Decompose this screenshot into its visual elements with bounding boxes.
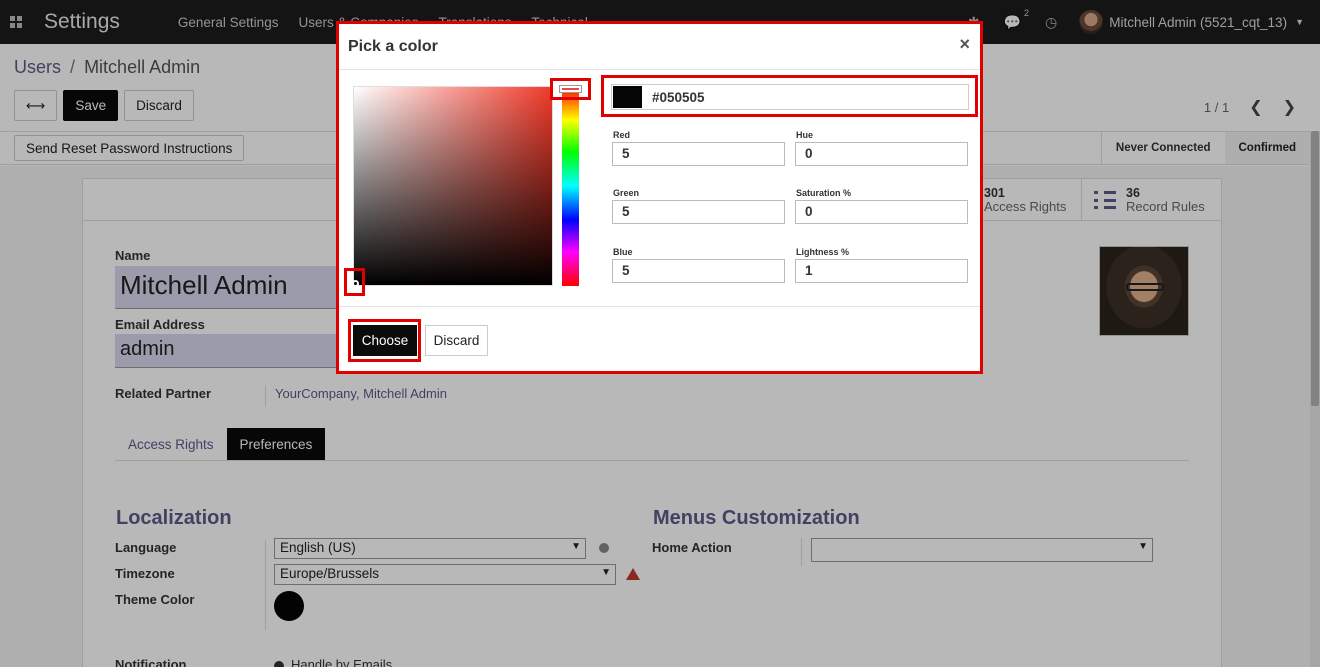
green-label: Green <box>613 188 640 198</box>
highlight-box <box>550 78 591 100</box>
modal-discard-button[interactable]: Discard <box>425 325 488 356</box>
blue-label: Blue <box>613 247 633 257</box>
hue-slider-handle[interactable] <box>559 85 582 93</box>
hue-label: Hue <box>796 130 814 140</box>
saturation-input[interactable]: 0 <box>795 200 968 224</box>
color-preview-swatch <box>613 86 642 108</box>
saturation-label: Saturation % <box>796 188 852 198</box>
red-label: Red <box>613 130 631 140</box>
modal-header: Pick a color × <box>339 24 980 70</box>
close-icon[interactable]: × <box>959 34 970 55</box>
color-pointer[interactable] <box>352 280 359 287</box>
hex-value: #050505 <box>652 89 705 105</box>
green-input[interactable]: 5 <box>612 200 785 224</box>
lightness-label: Lightness % <box>796 247 850 257</box>
hue-slider-bar[interactable] <box>562 86 579 286</box>
hue-input[interactable]: 0 <box>795 142 968 166</box>
hex-input[interactable]: #050505 <box>611 84 969 110</box>
choose-button[interactable]: Choose <box>353 325 417 356</box>
red-input[interactable]: 5 <box>612 142 785 166</box>
color-picker-dialog: Pick a color × #050505 Red 5 Hue 0 Green… <box>336 21 983 374</box>
saturation-lightness-area[interactable] <box>353 86 553 286</box>
lightness-input[interactable]: 1 <box>795 259 968 283</box>
modal-title: Pick a color <box>348 38 438 55</box>
blue-input[interactable]: 5 <box>612 259 785 283</box>
